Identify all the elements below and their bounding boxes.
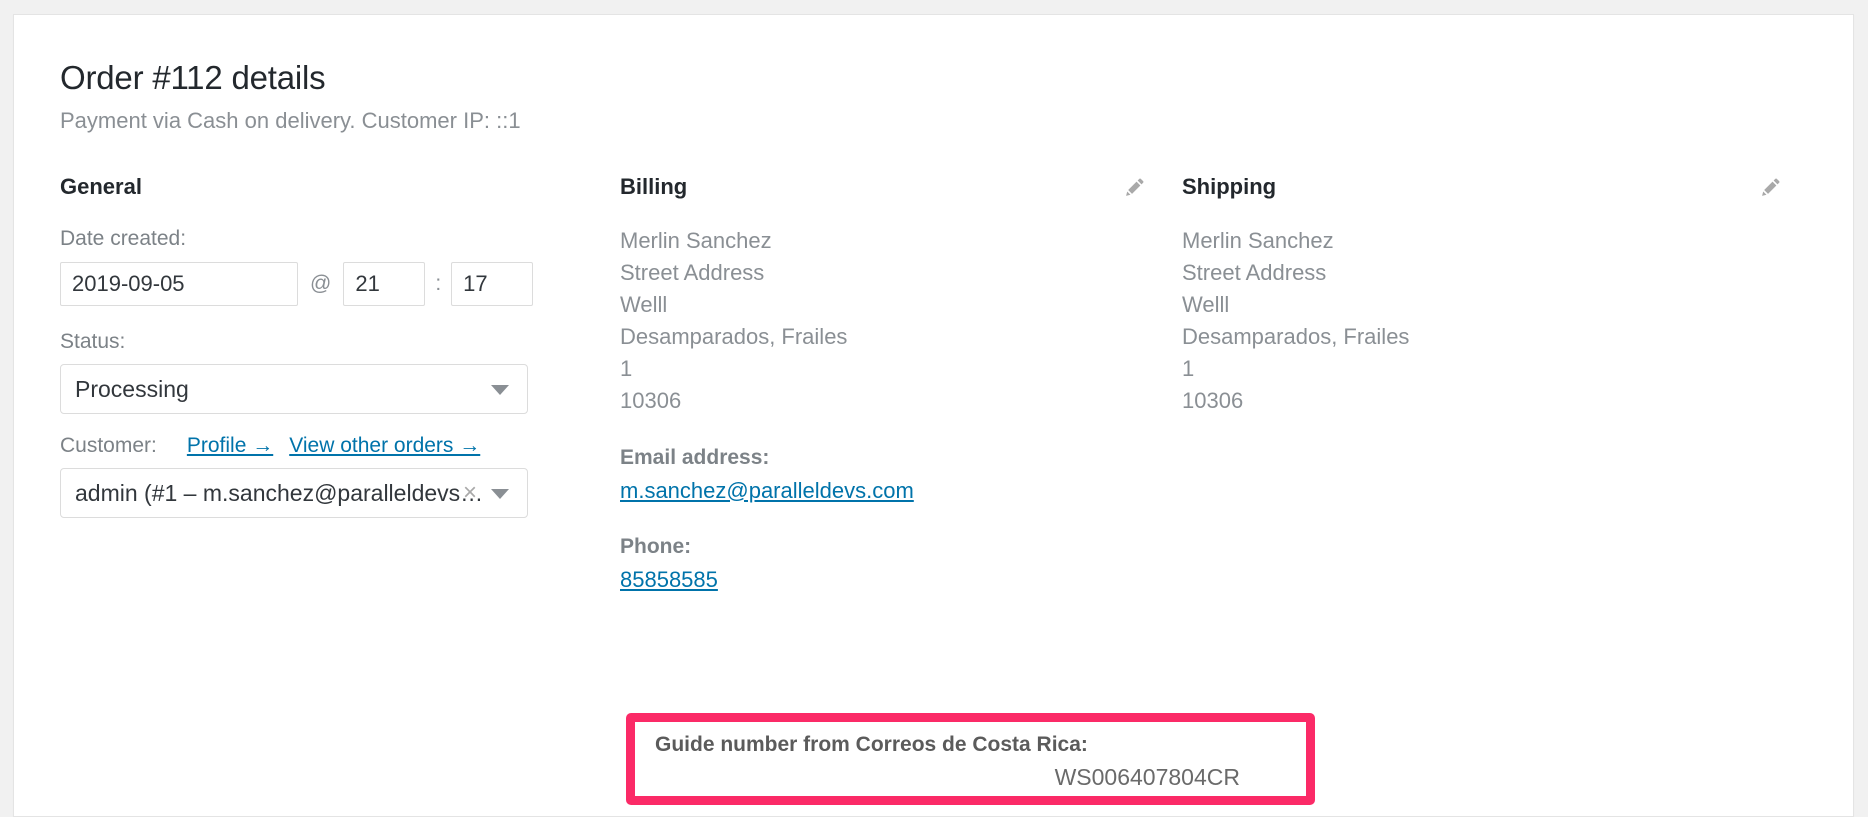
billing-email-link[interactable]: m.sanchez@paralleldevs.com <box>620 478 914 503</box>
time-separator: : <box>435 271 442 295</box>
page-title: Order #112 details <box>60 59 326 96</box>
customer-select-value: admin (#1 – m.sanchez@paralleldevs… <box>75 479 484 506</box>
billing-phone-value: 85858585 <box>620 565 1182 596</box>
shipping-address-line: 1 <box>1182 356 1195 382</box>
general-column: General Date created: @ : Status: Proces… <box>60 174 620 596</box>
guide-number-highlight-box: Guide number from Correos de Costa Rica:… <box>626 713 1315 805</box>
shipping-heading: Shipping <box>1182 173 1277 199</box>
status-select-value: Processing <box>75 375 189 402</box>
billing-address: Merlin Sanchez Street Address Welll Desa… <box>620 225 1182 417</box>
card-content: Order #112 details Payment via Cash on d… <box>14 15 1853 596</box>
customer-profile-link[interactable]: Profile → <box>187 434 273 458</box>
guide-number-label: Guide number from Correos de Costa Rica: <box>655 733 1088 756</box>
shipping-heading-row: Shipping <box>1182 174 1822 225</box>
billing-column: Billing Merlin Sanchez Street Address We… <box>620 174 1182 596</box>
minute-input[interactable] <box>451 261 534 306</box>
chevron-down-icon <box>491 384 509 395</box>
page-subtitle: Payment via Cash on delivery. Customer I… <box>60 108 521 134</box>
billing-address-line: Welll <box>620 292 668 318</box>
shipping-address: Merlin Sanchez Street Address Welll Desa… <box>1182 225 1822 417</box>
billing-heading: Billing <box>620 173 688 199</box>
shipping-address-line: Desamparados, Frailes <box>1182 324 1410 350</box>
order-details-card: Order #112 details Payment via Cash on d… <box>13 14 1854 817</box>
billing-phone-label: Phone: <box>620 535 692 559</box>
pencil-icon[interactable] <box>1124 176 1146 198</box>
customer-label: Customer: <box>60 433 157 457</box>
close-icon[interactable]: × <box>463 479 477 506</box>
customer-select[interactable]: admin (#1 – m.sanchez@paralleldevs… × <box>60 467 528 518</box>
shipping-column: Shipping Merlin Sanchez Street Address W… <box>1182 174 1822 596</box>
at-separator: @ <box>310 271 332 295</box>
shipping-address-line: Merlin Sanchez <box>1182 228 1334 254</box>
shipping-address-line: Welll <box>1182 292 1230 318</box>
chevron-down-icon <box>491 488 509 499</box>
billing-address-line: Merlin Sanchez <box>620 228 772 254</box>
billing-address-line: 1 <box>620 356 633 382</box>
date-created-row: @ : <box>60 261 620 306</box>
billing-address-line: Desamparados, Frailes <box>620 324 848 350</box>
customer-other-orders-link[interactable]: View other orders → <box>289 434 480 458</box>
billing-phone-link[interactable]: 85858585 <box>620 567 718 592</box>
billing-email-value: m.sanchez@paralleldevs.com <box>620 476 1182 507</box>
billing-heading-row: Billing <box>620 174 1182 225</box>
general-heading: General <box>60 173 142 199</box>
date-created-input[interactable] <box>60 261 298 306</box>
customer-links-row: Customer: Profile → View other orders → <box>60 434 620 458</box>
order-columns: General Date created: @ : Status: Proces… <box>60 174 1807 596</box>
shipping-address-line: Street Address <box>1182 260 1327 286</box>
date-created-label: Date created: <box>60 227 187 251</box>
status-select[interactable]: Processing <box>60 363 528 414</box>
billing-address-line: 10306 <box>620 388 682 414</box>
pencil-icon[interactable] <box>1760 176 1782 198</box>
shipping-address-line: 10306 <box>1182 388 1244 414</box>
guide-number-value: WS006407804CR <box>1054 764 1240 791</box>
status-label: Status: <box>60 329 126 353</box>
billing-address-line: Street Address <box>620 260 765 286</box>
billing-email-label: Email address: <box>620 446 770 470</box>
hour-input[interactable] <box>343 261 426 306</box>
